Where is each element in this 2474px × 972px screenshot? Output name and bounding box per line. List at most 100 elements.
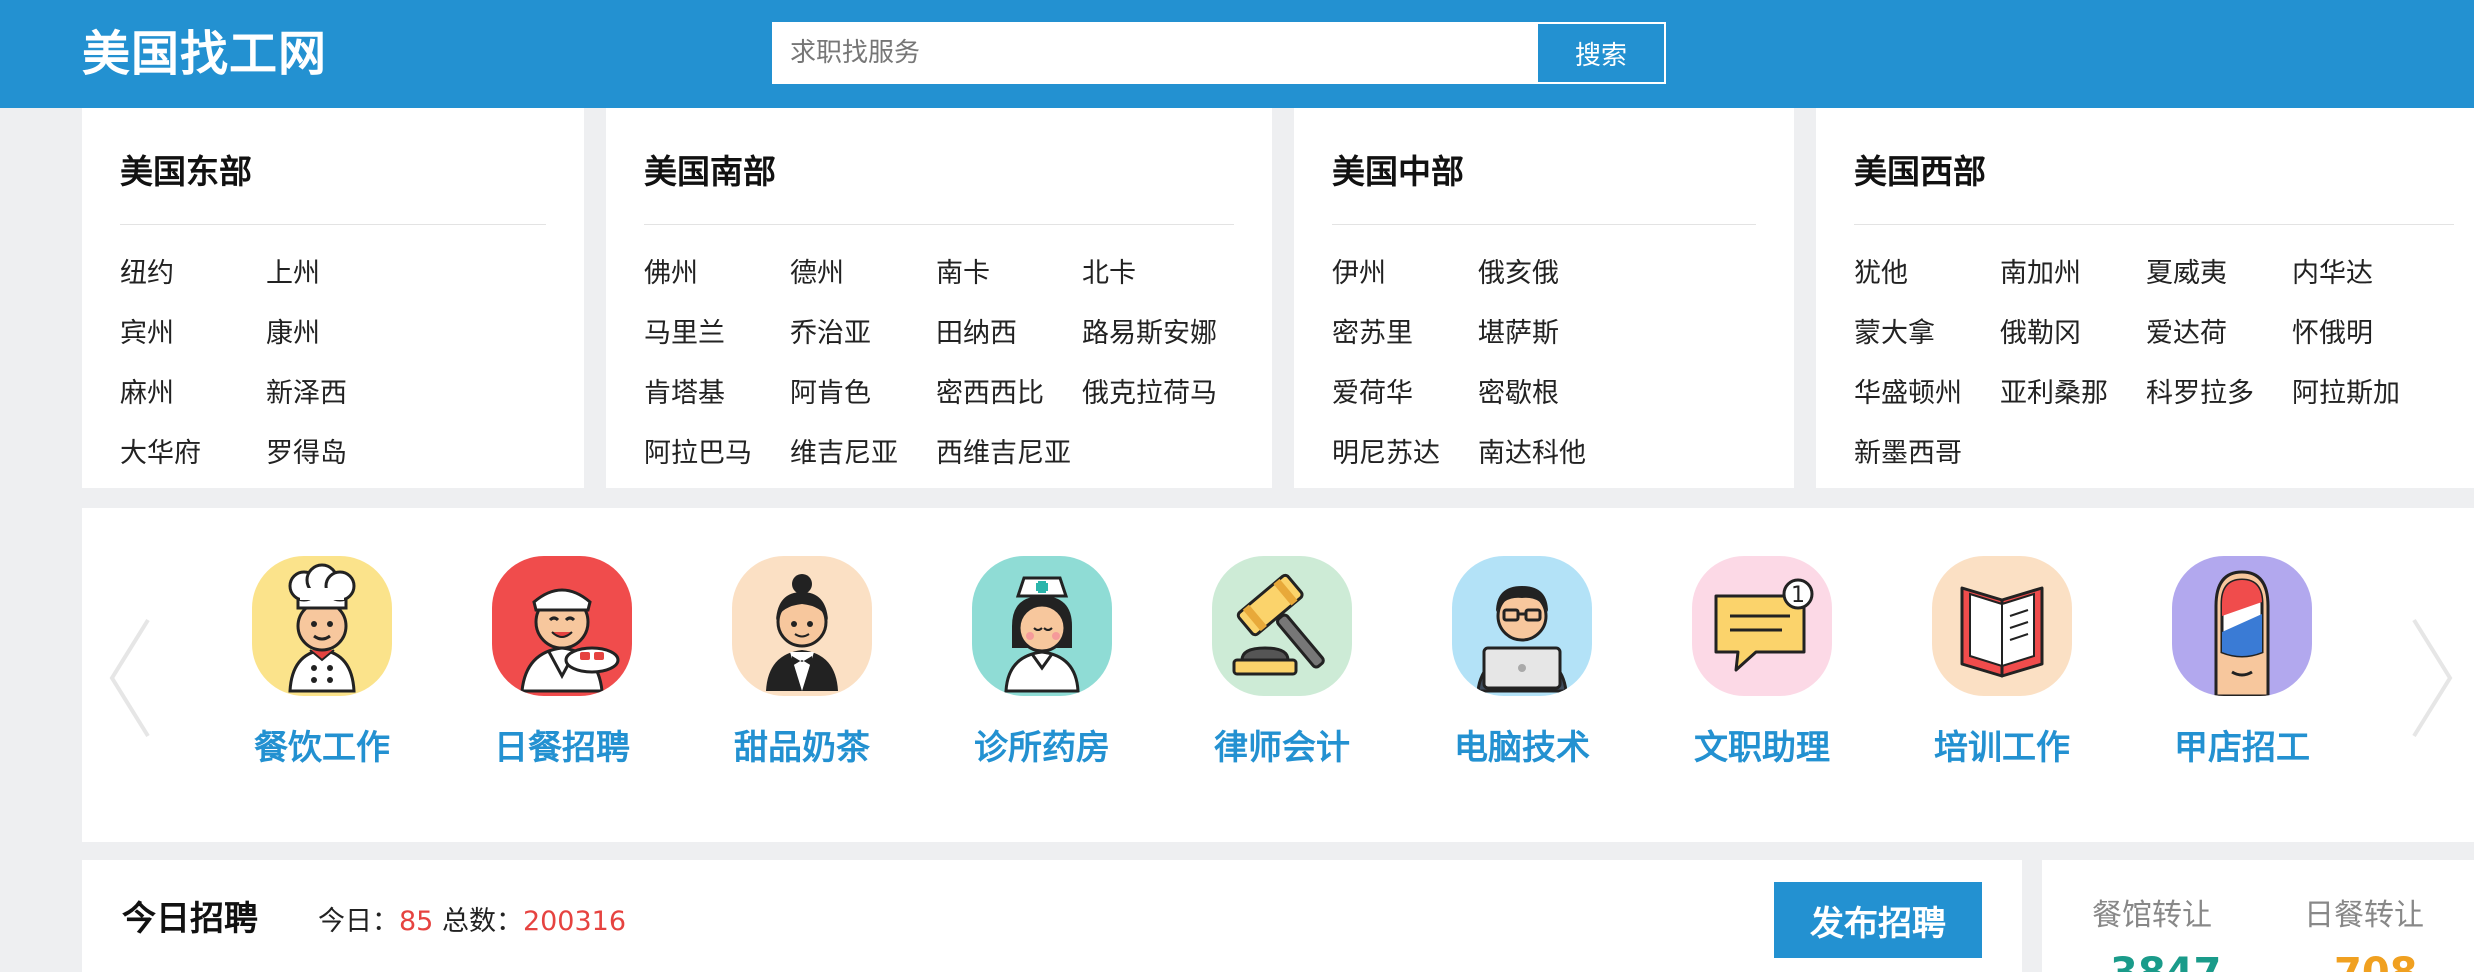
svg-text:1: 1 — [1791, 583, 1805, 608]
region-panel-east: 美国东部 纽约上州宾州康州麻州新泽西大华府罗得岛缅因州佛蒙特 — [82, 108, 584, 488]
region-divider — [120, 224, 546, 225]
today-jobs-panel: 今日招聘 今日：85 总数：200316 发布招聘 — [82, 860, 2022, 972]
state-link[interactable]: 麻州 — [120, 374, 174, 414]
region-panel-central: 美国中部 伊州俄亥俄密苏里堪萨斯爱荷华密歇根明尼苏达南达科他北达科他印第安纳 — [1294, 108, 1794, 488]
chevron-right-icon[interactable] — [2400, 608, 2460, 748]
state-link[interactable]: 新泽西 — [266, 374, 347, 414]
state-link[interactable]: 罗得岛 — [266, 434, 347, 474]
state-link[interactable]: 夏威夷 — [2146, 254, 2227, 294]
state-link[interactable]: 路易斯安娜 — [1082, 314, 1217, 354]
state-link[interactable]: 俄克拉荷马 — [1082, 374, 1217, 414]
state-link[interactable]: 南卡 — [936, 254, 990, 294]
jobs-stats: 今日：85 总数：200316 — [318, 902, 626, 942]
state-link[interactable]: 北卡 — [1082, 254, 1136, 294]
category-item-clerical[interactable]: 1 文职助理 — [1676, 556, 1846, 786]
state-link[interactable]: 密西西比 — [936, 374, 1044, 414]
region-title: 美国西部 — [1854, 152, 1986, 191]
region-title: 美国东部 — [120, 152, 252, 191]
category-label: 律师会计 — [1214, 728, 1350, 768]
state-link[interactable]: 阿肯色 — [790, 374, 871, 414]
waitress-icon — [732, 556, 872, 696]
total-label: 总数： — [433, 906, 523, 937]
state-link[interactable]: 大华府 — [120, 434, 201, 474]
category-item-law[interactable]: 律师会计 — [1196, 556, 1366, 786]
state-link[interactable]: 蒙大拿 — [1854, 314, 1935, 354]
search-button[interactable]: 搜索 — [1536, 22, 1666, 84]
region-title: 美国南部 — [644, 152, 776, 191]
state-link[interactable]: 阿拉巴马 — [644, 434, 752, 474]
nurse-icon — [972, 556, 1112, 696]
category-label: 文职助理 — [1694, 728, 1830, 768]
state-link[interactable]: 犹他 — [1854, 254, 1908, 294]
state-link[interactable]: 佛州 — [644, 254, 698, 294]
state-link[interactable]: 新墨西哥 — [1854, 434, 1962, 474]
chevron-left-icon[interactable] — [102, 608, 162, 748]
book-icon — [1932, 556, 2072, 696]
state-link[interactable]: 田纳西 — [936, 314, 1017, 354]
japanese-transfer-count[interactable]: 708 — [2334, 948, 2418, 972]
category-label: 甜品奶茶 — [734, 728, 870, 768]
nail-icon — [2172, 556, 2312, 696]
state-link[interactable]: 亚利桑那 — [2000, 374, 2108, 414]
category-item-computer[interactable]: 电脑技术 — [1436, 556, 1606, 786]
state-link[interactable]: 堪萨斯 — [1478, 314, 1559, 354]
state-link[interactable]: 康州 — [266, 314, 320, 354]
state-link[interactable]: 俄亥俄 — [1478, 254, 1559, 294]
state-link[interactable]: 密歇根 — [1478, 374, 1559, 414]
region-divider — [1332, 224, 1756, 225]
top-header: 美国找工网 搜索 — [0, 0, 2474, 108]
category-label: 餐饮工作 — [254, 728, 390, 768]
category-item-training[interactable]: 培训工作 — [1916, 556, 2086, 786]
transfer-panel: 餐馆转让 3847 日餐转让 708 — [2042, 860, 2474, 972]
search-input[interactable] — [772, 22, 1536, 84]
category-carousel: 餐饮工作 日餐招聘 甜品奶茶 诊所药房 律师会计 电脑技术 1 文职助理 培训工… — [82, 508, 2474, 842]
category-label: 电脑技术 — [1454, 728, 1590, 768]
state-link[interactable]: 马里兰 — [644, 314, 725, 354]
state-link[interactable]: 阿拉斯加 — [2292, 374, 2400, 414]
state-link[interactable]: 俄勒冈 — [2000, 314, 2081, 354]
category-label: 甲店招工 — [2174, 728, 2310, 768]
japanese-transfer-label[interactable]: 日餐转让 — [2304, 894, 2424, 938]
today-count: 85 — [399, 906, 434, 937]
total-count: 200316 — [522, 906, 627, 937]
state-link[interactable]: 南加州 — [2000, 254, 2081, 294]
category-item-clinic[interactable]: 诊所药房 — [956, 556, 1126, 786]
state-link[interactable]: 南达科他 — [1478, 434, 1586, 474]
state-link[interactable]: 爱达荷 — [2146, 314, 2227, 354]
category-item-nail-salon[interactable]: 甲店招工 — [2156, 556, 2326, 786]
state-link[interactable]: 密苏里 — [1332, 314, 1413, 354]
region-panel-south: 美国南部 佛州 德州 南卡 北卡马里兰 乔治亚 田纳西 路易斯安娜肯塔基 阿肯色 密西西比 俄克拉… — [606, 108, 1272, 488]
category-label: 诊所药房 — [974, 728, 1110, 768]
region-divider — [1854, 224, 2454, 225]
state-link[interactable]: 华盛顿州 — [1854, 374, 1962, 414]
state-link[interactable]: 内华达 — [2292, 254, 2373, 294]
state-link[interactable]: 伊州 — [1332, 254, 1386, 294]
state-link[interactable]: 乔治亚 — [790, 314, 871, 354]
state-link[interactable]: 科罗拉多 — [2146, 374, 2254, 414]
region-panel-west: 美国西部 犹他 南加州 夏威夷 内华达蒙大拿 俄勒冈 爱达荷 怀俄明华盛顿州 亚利桑那 科罗拉多… — [1816, 108, 2474, 488]
today-label: 今日： — [318, 906, 399, 937]
category-item-dessert[interactable]: 甜品奶茶 — [716, 556, 886, 786]
post-job-button[interactable]: 发布招聘 — [1774, 882, 1982, 958]
state-link[interactable]: 纽约 — [120, 254, 174, 294]
programmer-icon — [1452, 556, 1592, 696]
state-link[interactable]: 西维吉尼亚 — [936, 434, 1071, 474]
state-link[interactable]: 明尼苏达 — [1332, 434, 1440, 474]
restaurant-transfer-label[interactable]: 餐馆转让 — [2092, 894, 2212, 938]
sushi-chef-icon — [492, 556, 632, 696]
state-link[interactable]: 怀俄明 — [2292, 314, 2373, 354]
category-label: 日餐招聘 — [494, 728, 630, 768]
category-item-food[interactable]: 餐饮工作 — [236, 556, 406, 786]
state-link[interactable]: 德州 — [790, 254, 844, 294]
category-item-japanese[interactable]: 日餐招聘 — [476, 556, 646, 786]
today-jobs-title: 今日招聘 — [122, 899, 258, 939]
category-label: 培训工作 — [1934, 728, 2070, 768]
state-link[interactable]: 维吉尼亚 — [790, 434, 898, 474]
state-link[interactable]: 上州 — [266, 254, 320, 294]
site-logo[interactable]: 美国找工网 — [82, 20, 327, 88]
restaurant-transfer-count[interactable]: 3847 — [2110, 948, 2221, 972]
state-link[interactable]: 爱荷华 — [1332, 374, 1413, 414]
state-link[interactable]: 肯塔基 — [644, 374, 725, 414]
gavel-icon — [1212, 556, 1352, 696]
state-link[interactable]: 宾州 — [120, 314, 174, 354]
